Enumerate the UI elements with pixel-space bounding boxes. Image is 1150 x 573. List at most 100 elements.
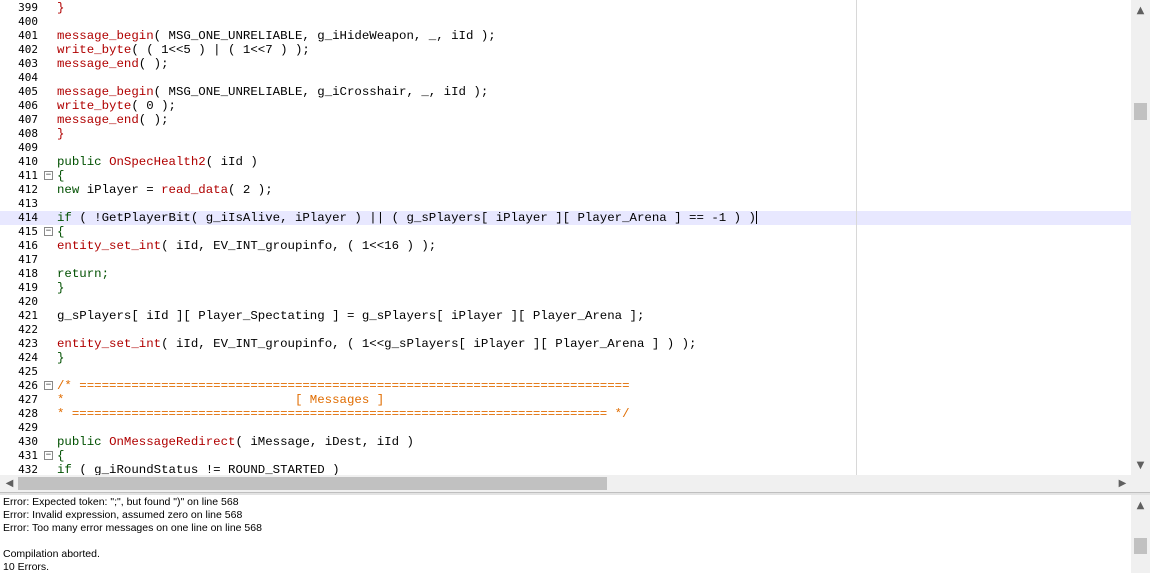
code-line[interactable]: 414 if ( !GetPlayerBit( g_iIsAlive, iPlay… (0, 211, 1131, 225)
code-line[interactable]: 409 (0, 141, 1131, 155)
scroll-left-arrow-icon[interactable]: ◀ (1, 475, 18, 492)
code-line[interactable]: 422 (0, 323, 1131, 337)
line-number: 405 (18, 85, 38, 98)
code-token: read_data (161, 183, 229, 197)
code-line[interactable]: 400 (0, 15, 1131, 29)
code-text: new iPlayer = read_data( 2 ); (57, 183, 273, 197)
code-token: return; (57, 267, 110, 281)
code-line[interactable]: 404 (0, 71, 1131, 85)
code-text: return; (57, 267, 109, 281)
code-line[interactable]: 425 (0, 365, 1131, 379)
code-text: public OnMessageRedirect( iMessage, iDes… (57, 435, 414, 449)
code-line[interactable]: 418 return; (0, 267, 1131, 281)
fold-collapse-icon[interactable]: − (44, 381, 53, 390)
code-token: write_byte (57, 43, 132, 57)
fold-collapse-icon[interactable]: − (44, 451, 53, 460)
code-line[interactable]: 410 public OnSpecHealth2( iId ) (0, 155, 1131, 169)
line-number: 403 (18, 57, 38, 70)
line-number: 427 (18, 393, 38, 406)
line-number: 408 (18, 127, 38, 140)
output-scroll-up-arrow-icon[interactable]: ▲ (1132, 497, 1149, 514)
code-line[interactable]: 405 message_begin( MSG_ONE_UNRELIABLE, g_… (0, 85, 1131, 99)
line-number: 423 (18, 337, 38, 350)
code-token: new (57, 183, 87, 197)
code-line[interactable]: 421 g_sPlayers[ iId ][ Player_Spectating … (0, 309, 1131, 323)
line-number: 409 (18, 141, 38, 154)
line-number: 414 (18, 211, 38, 224)
code-token: public (57, 155, 110, 169)
code-line[interactable]: 416 entity_set_int( iId, EV_INT_groupinfo… (0, 239, 1131, 253)
code-token: ( iId ) (205, 155, 258, 169)
code-line[interactable]: 415−{ (0, 225, 1131, 239)
code-token: public (57, 435, 110, 449)
code-text: * [ Messages ] (57, 393, 384, 407)
code-token: /* =====================================… (57, 379, 630, 393)
code-line[interactable]: 420 (0, 295, 1131, 309)
line-number: 418 (18, 267, 38, 280)
code-line[interactable]: 399} (0, 1, 1131, 15)
code-line[interactable]: 423 entity_set_int( iId, EV_INT_groupinfo… (0, 337, 1131, 351)
fold-collapse-icon[interactable]: − (44, 227, 53, 236)
code-token: ( iId, EV_INT_groupinfo, ( 1<<g_sPlayers… (161, 337, 697, 351)
code-line[interactable]: 424} (0, 351, 1131, 365)
code-line[interactable]: 412 new iPlayer = read_data( 2 ); (0, 183, 1131, 197)
code-token: ( 0 ); (131, 99, 176, 113)
code-line[interactable]: 429 (0, 421, 1131, 435)
scroll-up-arrow-icon[interactable]: ▲ (1132, 2, 1149, 19)
code-line[interactable]: 401 message_begin( MSG_ONE_UNRELIABLE, g_… (0, 29, 1131, 43)
code-editor[interactable]: 399} 400 401 message_begin( MSG_ONE_UNRELIA… (0, 0, 1131, 475)
code-line[interactable]: 432 if ( g_iRoundStatus != ROUND_STARTED … (0, 463, 1131, 475)
code-token: } (57, 127, 65, 141)
line-number: 420 (18, 295, 38, 308)
code-line[interactable]: 413 (0, 197, 1131, 211)
scroll-right-arrow-icon[interactable]: ▶ (1114, 475, 1131, 492)
line-number: 425 (18, 365, 38, 378)
line-number: 421 (18, 309, 38, 322)
line-number: 432 (18, 463, 38, 475)
code-token: OnMessageRedirect (109, 435, 236, 449)
code-token: ( g_iRoundStatus != ROUND_STARTED ) (79, 463, 340, 475)
scroll-down-arrow-icon[interactable]: ▼ (1132, 457, 1149, 474)
output-vertical-scrollbar[interactable]: ▲ (1131, 495, 1150, 573)
code-line[interactable]: 419} (0, 281, 1131, 295)
line-number: 429 (18, 421, 38, 434)
code-text: write_byte( 0 ); (57, 99, 176, 113)
code-token: ( !GetPlayerBit( g_iIsAlive, iPlayer ) |… (79, 211, 756, 225)
output-message: Error: Expected token: ";", but found ")… (3, 496, 239, 508)
code-text: /* =====================================… (57, 379, 630, 393)
code-line[interactable]: 426−/* =================================… (0, 379, 1131, 393)
code-line[interactable]: 411−{ (0, 169, 1131, 183)
code-token: * [ Messages ] (57, 393, 385, 407)
line-number: 424 (18, 351, 38, 364)
line-number: 419 (18, 281, 38, 294)
code-token: message_begin (57, 85, 154, 99)
code-line[interactable]: 428 * ===================================… (0, 407, 1131, 421)
code-line[interactable]: 407 message_end( ); (0, 113, 1131, 127)
code-text: message_end( ); (57, 57, 169, 71)
fold-collapse-icon[interactable]: − (44, 171, 53, 180)
editor-horizontal-scrollbar[interactable]: ◀ ▶ (0, 475, 1131, 492)
line-number: 416 (18, 239, 38, 252)
line-number: 410 (18, 155, 38, 168)
code-text: } (57, 127, 64, 141)
code-line[interactable]: 431−{ (0, 449, 1131, 463)
scroll-thumb[interactable] (1134, 103, 1147, 120)
code-text: message_end( ); (57, 113, 169, 127)
code-text: g_sPlayers[ iId ][ Player_Spectating ] =… (57, 309, 644, 323)
horizontal-scroll-thumb[interactable] (18, 477, 607, 490)
compiler-output-panel[interactable]: Error: Expected token: ";", but found ")… (0, 495, 1131, 573)
line-number: 426 (18, 379, 38, 392)
code-token: message_end (57, 57, 139, 71)
code-line[interactable]: 430 public OnMessageRedirect( iMessage, i… (0, 435, 1131, 449)
output-scroll-thumb[interactable] (1134, 538, 1147, 554)
code-text: message_begin( MSG_ONE_UNRELIABLE, g_iHi… (57, 29, 496, 43)
line-number: 400 (18, 15, 38, 28)
code-token: ( ); (138, 57, 169, 71)
code-line[interactable]: 406 write_byte( 0 ); (0, 99, 1131, 113)
code-line[interactable]: 403 message_end( ); (0, 57, 1131, 71)
code-line[interactable]: 408} (0, 127, 1131, 141)
code-line[interactable]: 417 (0, 253, 1131, 267)
code-line[interactable]: 427 * [ Messages ] (0, 393, 1131, 407)
editor-vertical-scrollbar[interactable]: ▲ ▼ (1131, 0, 1150, 475)
code-line[interactable]: 402 write_byte( ( 1<<5 ) | ( 1<<7 ) ); (0, 43, 1131, 57)
